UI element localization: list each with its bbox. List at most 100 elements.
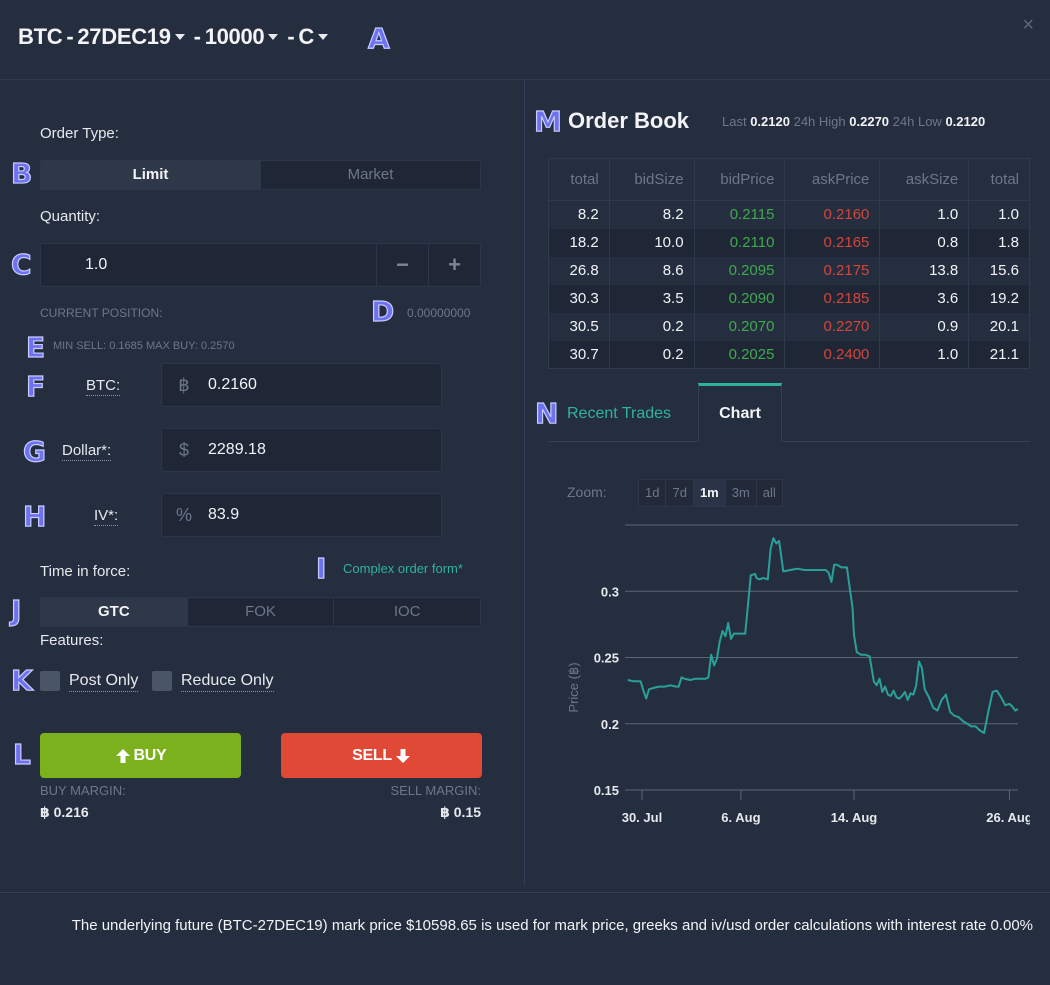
zoom-label: Zoom: [567,484,607,500]
ask-price[interactable]: 0.2175 [784,256,881,285]
x-tick-label: 26. Aug [986,810,1030,825]
reduce-only-label[interactable]: Reduce Only [181,671,274,692]
buy-label: BUY [133,746,167,764]
percent-icon: % [175,504,192,525]
modal-header: BTC - 27DEC19 - 10000 - C A × [0,0,1050,80]
quantity-input[interactable] [41,244,376,286]
bid-price[interactable]: 0.2070 [693,312,786,341]
bid-size: 8.6 [608,256,695,285]
column-header: total [968,158,1030,201]
chevron-down-icon[interactable] [318,34,328,40]
ask-price[interactable]: 0.2185 [784,284,881,313]
zoom-range-selector: 1d 7d 1m 3m all [638,479,783,507]
bid-price[interactable]: 0.2110 [693,228,786,257]
sell-margin-value: ฿ 0.15 [440,804,481,820]
close-icon[interactable]: × [1022,14,1034,37]
chevron-down-icon[interactable] [174,34,185,40]
sell-label: SELL [352,746,392,764]
x-tick-label: 6. Aug [721,810,760,825]
expiry-selector[interactable]: 27DEC19 [77,24,189,50]
expiry-value: 27DEC19 [77,24,171,49]
ask-size: 1.0 [879,200,970,229]
bitcoin-icon: ฿ [178,374,190,395]
order-book-row[interactable]: 30.5 0.2 0.2070 0.2270 0.9 20.1 [548,312,1030,341]
ask-price[interactable]: 0.2165 [784,228,881,257]
iv-input[interactable] [206,505,441,525]
order-type-limit[interactable]: Limit [41,161,260,189]
bid-total: 18.2 [548,228,610,257]
annotation-marker-b: B [10,157,33,190]
arrow-up-icon [115,748,130,763]
mark-price-notice: The underlying future (BTC-27DEC19) mark… [71,917,1033,934]
zoom-all-button[interactable]: all [755,480,782,506]
option-type-value: C [298,24,314,49]
order-book-row[interactable]: 18.2 10.0 0.2110 0.2165 0.8 1.8 [548,228,1030,257]
high-label: 24h High [793,114,846,129]
column-header: bidPrice [693,158,786,201]
bid-total: 30.5 [548,312,610,341]
bid-price[interactable]: 0.2115 [693,200,786,229]
panel-divider [524,80,525,885]
bid-total: 30.7 [548,340,610,369]
sell-margin-label: SELL MARGIN: [390,783,481,798]
order-type-toggle: Limit Market [40,160,481,190]
annotation-marker-c: C [10,248,32,281]
quantity-label: Quantity: [40,208,101,225]
bid-total: 26.8 [548,256,610,285]
zoom-3m-button[interactable]: 3m [724,480,756,506]
buy-button[interactable]: BUY [40,733,241,778]
order-type-market[interactable]: Market [260,161,480,189]
annotation-marker-a: A [367,22,390,55]
tab-recent-trades[interactable]: Recent Trades [567,405,671,423]
sell-button[interactable]: SELL [281,733,482,778]
btc-price-field: ฿ [161,363,442,407]
annotation-marker-g: G [22,435,46,468]
bid-size: 0.2 [608,312,695,341]
y-tick-label: 0.15 [594,783,619,798]
zoom-1m-button[interactable]: 1m [692,480,725,506]
tif-gtc[interactable]: GTC [41,598,187,626]
complex-order-form-link[interactable]: Complex order form* [343,561,463,576]
order-book-row[interactable]: 30.3 3.5 0.2090 0.2185 3.6 19.2 [548,284,1030,313]
ask-size: 0.8 [879,228,970,257]
ask-size: 0.9 [879,312,970,341]
bid-price[interactable]: 0.2025 [693,340,786,369]
zoom-1d-button[interactable]: 1d [639,480,665,506]
order-book-row[interactable]: 30.7 0.2 0.2025 0.2400 1.0 21.1 [548,340,1030,369]
strike-selector[interactable]: 10000 [205,24,284,50]
high-value: 0.2270 [849,114,890,129]
annotation-marker-h: H [22,500,47,533]
ask-price[interactable]: 0.2270 [784,312,881,341]
iv-label: IV*: [94,507,119,526]
current-position-label: CURRENT POSITION: [40,306,163,320]
dollar-price-input[interactable] [206,440,441,460]
ask-total: 21.1 [968,340,1030,369]
order-book-row[interactable]: 8.2 8.2 0.2115 0.2160 1.0 1.0 [548,200,1030,229]
annotation-marker-k: K [10,664,33,697]
reduce-only-checkbox[interactable] [152,671,172,691]
post-only-label[interactable]: Post Only [69,671,139,692]
order-book-stats: Last 0.2120 24h High 0.2270 24h Low 0.21… [722,114,985,129]
tif-fok[interactable]: FOK [186,598,334,626]
bid-price[interactable]: 0.2095 [693,256,786,285]
increment-button[interactable]: + [428,244,480,286]
separator: - [287,24,295,49]
zoom-7d-button[interactable]: 7d [665,480,692,506]
last-label: Last [722,114,747,129]
decrement-button[interactable]: − [376,244,428,286]
ask-price[interactable]: 0.2160 [784,200,881,229]
chevron-down-icon[interactable] [268,34,279,40]
btc-price-input[interactable] [206,375,441,395]
price-series-line [627,537,1019,734]
post-only-checkbox[interactable] [40,671,60,691]
bid-price[interactable]: 0.2090 [693,284,786,313]
ask-size: 1.0 [879,340,970,369]
low-value: 0.2120 [945,114,986,129]
separator: - [193,24,201,49]
option-type-selector[interactable]: C [298,24,333,50]
order-book-row[interactable]: 26.8 8.6 0.2095 0.2175 13.8 15.6 [548,256,1030,285]
tif-ioc[interactable]: IOC [333,598,480,626]
ask-price[interactable]: 0.2400 [784,340,881,369]
tab-chart[interactable]: Chart [698,383,782,442]
x-tick-label: 14. Aug [831,810,878,825]
